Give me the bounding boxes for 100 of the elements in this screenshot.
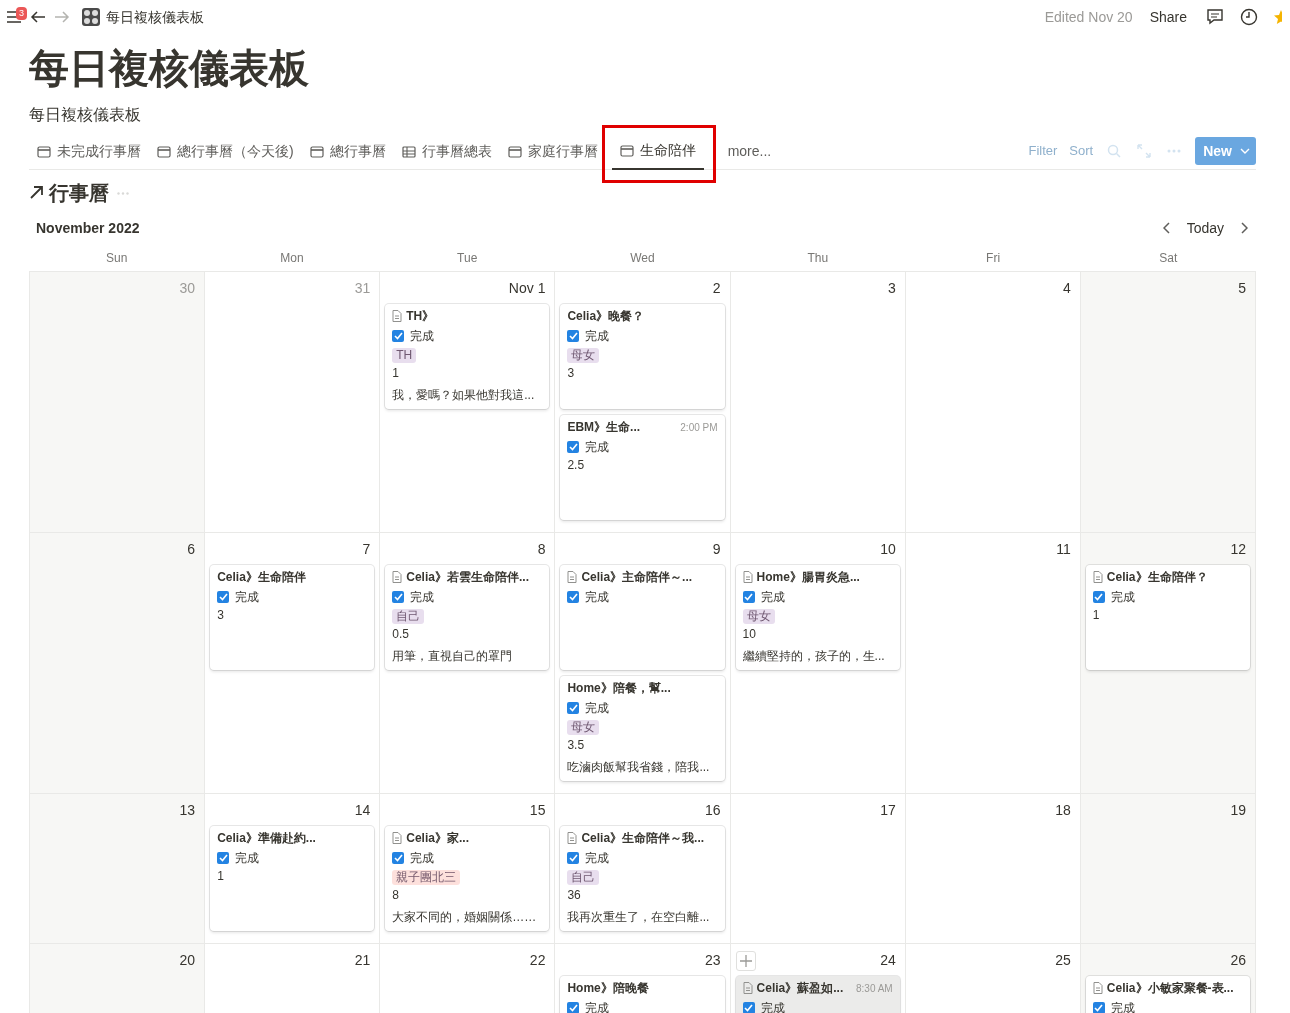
weekday-label: Mon <box>204 246 380 272</box>
event-title: Celia》晚餐？ <box>567 308 645 325</box>
date-number: 17 <box>880 800 896 820</box>
event-card[interactable]: Celia》若雲生命陪伴... 完成 自己 0.5 用筆，直視自己的罩門 <box>385 565 550 670</box>
date-number: 11 <box>1056 539 1071 559</box>
checkbox[interactable] <box>392 852 405 864</box>
event-card[interactable]: Celia》小敏家聚餐-表... 完成 <box>1085 976 1250 1013</box>
date-number: 18 <box>1055 800 1071 820</box>
event-note: 我再次重生了，在空白離... <box>567 909 711 926</box>
date-number: 25 <box>1055 950 1071 970</box>
date-number: 23 <box>705 950 721 970</box>
date-number: 31 <box>354 278 371 298</box>
tag: 母女 <box>567 720 600 735</box>
event-card[interactable]: Home》陪餐，幫... 完成 母女 3.5 吃滷肉飯幫我省錢，陪我... <box>560 676 725 781</box>
event-title: Celia》家... <box>406 830 469 847</box>
checkbox[interactable] <box>392 330 405 342</box>
event-title: Celia》準備赴約... <box>217 830 316 847</box>
checkbox[interactable] <box>217 591 230 603</box>
calendar-title[interactable]: 行事曆 <box>49 178 109 208</box>
status-label: 完成 <box>585 1000 610 1013</box>
more-views-link[interactable]: more... <box>719 133 780 170</box>
checkbox[interactable] <box>567 702 580 714</box>
calendar-icon <box>37 144 51 159</box>
event-card[interactable]: Home》陪晚餐 完成 <box>560 976 725 1013</box>
event-card[interactable]: Celia》主命陪伴～... 完成 <box>560 565 725 670</box>
star-icon[interactable] <box>1274 10 1282 24</box>
date-number: 3 <box>887 278 896 298</box>
status-label: 完成 <box>585 850 610 867</box>
checkbox[interactable] <box>742 591 755 603</box>
event-card[interactable]: Home》腸胃炎急... 完成 母女 10 繼續堅持的，孩子的，生... <box>735 565 900 670</box>
event-note: 大家不同的，婚姻關係…… <box>392 909 538 926</box>
event-value: 0.5 <box>392 626 410 643</box>
checkbox[interactable] <box>1092 1002 1105 1013</box>
view-tab[interactable]: 未完成行事曆 <box>29 133 149 170</box>
view-tab[interactable]: 家庭行事曆 <box>499 133 606 170</box>
view-tab[interactable]: 行事曆總表 <box>393 133 500 170</box>
event-card[interactable]: Celia》生命陪伴？ 完成 1 <box>1085 565 1250 670</box>
date-number: 22 <box>529 950 546 970</box>
plus-icon <box>739 955 752 967</box>
event-note: 吃滷肉飯幫我省錢，陪我... <box>567 759 711 776</box>
tag: 母女 <box>567 348 600 363</box>
clock-icon[interactable] <box>1240 8 1258 26</box>
event-card[interactable]: Celia》生命陪伴～我... 完成 自己 36 我再次重生了，在空白離... <box>560 826 725 931</box>
menu-icon[interactable] <box>6 9 22 25</box>
checkbox[interactable] <box>392 591 405 603</box>
checkbox[interactable] <box>1092 591 1105 603</box>
date-number: 30 <box>179 278 196 298</box>
chevron-left-icon[interactable] <box>1162 222 1170 234</box>
event-card[interactable]: Celia》生命陪伴 完成 3 <box>210 565 375 670</box>
comment-icon[interactable] <box>1206 8 1224 26</box>
event-title: Celia》生命陪伴？ <box>1106 569 1208 586</box>
checkbox[interactable] <box>217 852 230 864</box>
event-card[interactable]: Celia》晚餐？ 完成 母女 3 <box>560 304 725 409</box>
event-card[interactable]: TH》 完成 TH 1 我，愛嗎？如果他對我這... <box>385 304 550 409</box>
event-card[interactable]: Celia》家... 完成 親子團北三 8 大家不同的，婚姻關係…… <box>385 826 550 931</box>
chevron-right-icon[interactable] <box>1241 222 1248 234</box>
add-event-button[interactable] <box>735 951 756 971</box>
weekday-label: Fri <box>905 246 1081 272</box>
tag: 自己 <box>392 609 425 624</box>
tag: 自己 <box>567 870 600 885</box>
checkbox[interactable] <box>567 441 580 453</box>
event-card[interactable]: Celia》準備赴約... 完成 1 <box>210 826 375 931</box>
event-title: Home》腸胃炎急... <box>756 569 860 586</box>
event-card[interactable]: EBM》生命... 2:00 PM 完成 2.5 <box>560 415 725 520</box>
share-button[interactable]: Share <box>1148 5 1188 29</box>
status-label: 完成 <box>1110 1000 1135 1013</box>
status-label: 完成 <box>760 589 785 606</box>
view-tab[interactable]: 總行事曆（今天後) <box>149 133 302 170</box>
event-title: Celia》生命陪伴～我... <box>581 830 705 847</box>
status-label: 完成 <box>410 589 435 606</box>
status-label: 完成 <box>585 589 610 606</box>
checkbox[interactable] <box>567 1002 580 1013</box>
breadcrumb-link[interactable]: 每日複核儀表板 <box>106 6 204 28</box>
event-card[interactable]: Celia》蘇盈如... 8:30 AM 完成 <box>735 976 900 1013</box>
event-title: Celia》主命陪伴～... <box>581 569 693 586</box>
date-number: 20 <box>179 950 196 970</box>
table-icon <box>401 144 416 159</box>
event-value: 1 <box>392 365 400 382</box>
status-label: 完成 <box>1110 589 1135 606</box>
event-value: 1 <box>217 868 225 885</box>
status-label: 完成 <box>585 328 610 345</box>
event-time: 2:00 PM <box>680 420 718 435</box>
view-tab[interactable]: 生命陪伴 <box>611 133 704 170</box>
status-label: 完成 <box>235 589 260 606</box>
today-button[interactable]: Today <box>1185 216 1225 240</box>
event-value: 3 <box>567 365 576 382</box>
checkbox[interactable] <box>742 1002 755 1013</box>
tag: TH <box>392 348 417 363</box>
back-icon[interactable] <box>30 9 46 25</box>
event-title: Celia》蘇盈如... <box>756 980 844 997</box>
status-label: 完成 <box>410 850 435 867</box>
forward-icon[interactable] <box>54 9 70 25</box>
dashboard-icon <box>82 8 100 26</box>
date-number: 21 <box>354 950 371 970</box>
checkbox[interactable] <box>567 330 580 342</box>
event-value: 36 <box>567 887 582 904</box>
checkbox[interactable] <box>567 852 580 864</box>
checkbox[interactable] <box>567 591 580 603</box>
event-value: 3 <box>217 607 225 624</box>
view-tab[interactable]: 總行事曆 <box>301 133 394 170</box>
